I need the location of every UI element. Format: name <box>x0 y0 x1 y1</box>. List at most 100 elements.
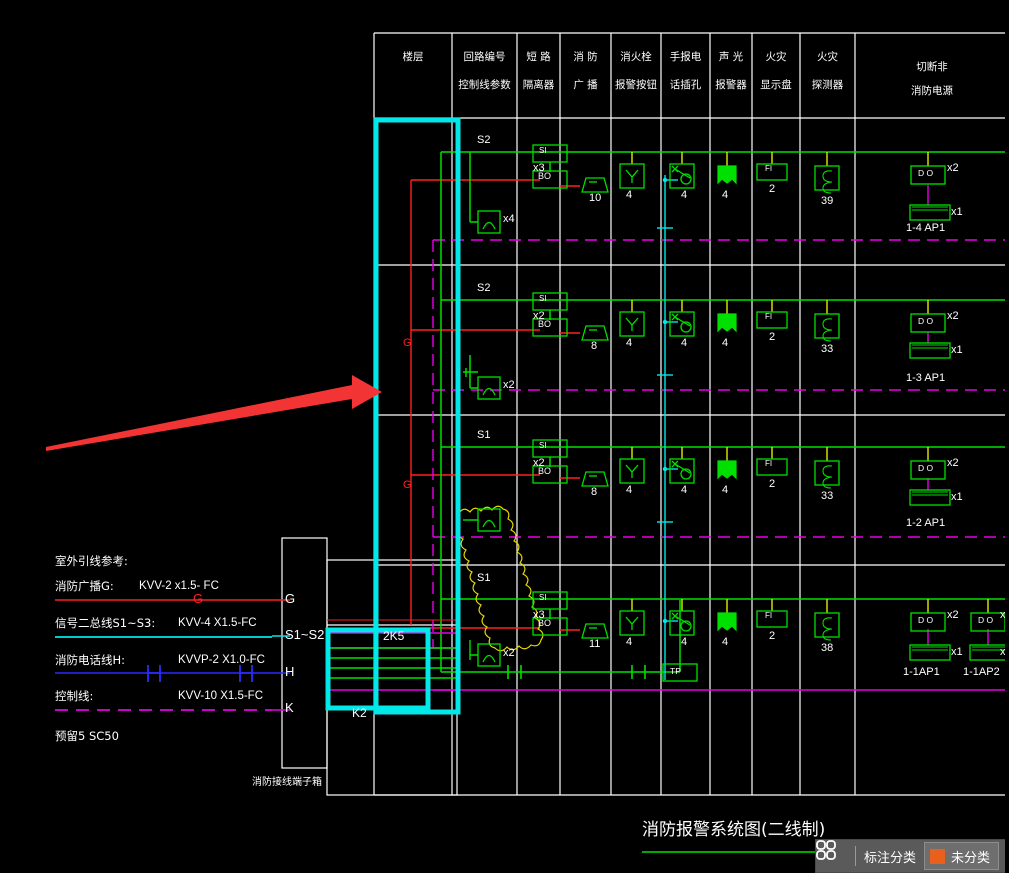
row-loop-label: S1 <box>477 429 491 441</box>
legend-terminal-g: G <box>285 591 296 606</box>
legend-spec-signal: KVV-4 X1.5-FC <box>178 617 257 629</box>
si-box-label: SI <box>539 146 547 155</box>
sounder-count: 4 <box>722 636 729 648</box>
relay-qty: x1 <box>951 206 963 218</box>
do-box-label: D O <box>918 463 934 473</box>
hydrant-count: 4 <box>626 189 633 201</box>
header-isolator-l2: 隔离器 <box>522 79 555 91</box>
relay-qty: x1 <box>951 491 963 503</box>
do-qty: x2 <box>947 609 959 621</box>
do-box-label: D O <box>918 168 934 178</box>
panel-tag: 1-3 AP1 <box>906 372 946 384</box>
do-box-label: D O <box>978 615 994 625</box>
header-cutpower-l2: 消防电源 <box>911 85 953 97</box>
legend-terminal-signal: S1~S2 <box>285 627 325 642</box>
category-chip-uncategorized[interactable]: 未分类 <box>924 842 1000 870</box>
isolator-qty: x4 <box>503 213 515 225</box>
category-label: 标注分类 <box>864 850 917 866</box>
do-qty: x2 <box>947 162 959 174</box>
panel-box-label: FI <box>765 611 773 620</box>
header-detector-l1: 火灾 <box>817 51 838 63</box>
sounder-count: 4 <box>722 189 729 201</box>
header-detector-l2: 探测器 <box>811 79 844 91</box>
legend-name-signal: 信号二总线S1~S3: <box>55 616 156 630</box>
speaker-count: 8 <box>591 486 598 498</box>
header-floor-l1: 楼层 <box>402 51 424 63</box>
relay-qty: x1 <box>951 344 963 356</box>
phone-count: 4 <box>681 636 688 648</box>
bo-box-label: BO <box>538 319 552 329</box>
panel-tag: 1-1AP1 <box>903 666 940 678</box>
panel-box-label: FI <box>765 459 773 468</box>
detector-count: 38 <box>821 642 834 654</box>
sounder-count: 4 <box>722 484 729 496</box>
legend-terminal-control: K <box>285 700 294 715</box>
do-qty: x2 <box>947 457 959 469</box>
terminal-box-caption: 消防接线端子箱 <box>252 777 322 788</box>
grid-handle-icon[interactable] <box>815 839 853 873</box>
legend-heading: 室外引线参考: <box>55 554 128 568</box>
speaker-count: 10 <box>589 192 602 204</box>
cad-canvas[interactable]: 楼层 回路编号 控制线参数 短 路 隔离器 消 防 广 播 消火栓 报警按钮 手… <box>0 0 1009 873</box>
panel-count: 2 <box>769 331 776 343</box>
legend-terminal-phone: H <box>285 664 295 679</box>
bo-box-label: BO <box>538 466 552 476</box>
detector-count: 33 <box>821 490 834 502</box>
legend-spec-phone: KVVP-2 X1.0-FC <box>178 654 265 666</box>
si-box-label: SI <box>539 593 547 602</box>
drawing-title: 消防报警系统图(二线制) <box>642 820 826 840</box>
do-qty: x2 <box>947 310 959 322</box>
color-swatch <box>930 848 946 864</box>
hydrant-count: 4 <box>626 337 633 349</box>
legend-name-phone: 消防电话线H: <box>55 653 126 667</box>
row-loop-label: S2 <box>477 134 491 146</box>
phone-count: 4 <box>681 337 688 349</box>
legend-marker-g: G <box>193 591 204 606</box>
hydrant-count: 4 <box>626 636 633 648</box>
riser-label-g2: G <box>403 479 412 491</box>
si-box-label: SI <box>539 294 547 303</box>
detector-count: 33 <box>821 343 834 355</box>
detector-count: 39 <box>821 195 834 207</box>
isolator-qty: x2 <box>503 647 515 659</box>
panel-tag: 1-1AP2 <box>963 666 1000 678</box>
sounder-count: 4 <box>722 337 729 349</box>
legend-spec-control: KVV-10 X1.5-FC <box>178 690 264 702</box>
header-broadcast-l1: 消 防 <box>573 51 598 63</box>
riser-tag-k2: K2 <box>352 706 367 720</box>
tp-box-label: TP <box>670 666 681 676</box>
header-loop-l2: 控制线参数 <box>458 79 511 91</box>
legend-footnote: 预留5 SC50 <box>55 729 119 743</box>
panel-count: 2 <box>769 183 776 195</box>
header-loop-l1: 回路编号 <box>463 51 506 63</box>
si-box-label: SI <box>539 441 547 450</box>
riser-tag-2k5: 2K5 <box>383 629 405 643</box>
right-edge-strip <box>1005 0 1009 873</box>
isolator-qty: x2 <box>503 379 515 391</box>
header-hydrant-l2: 报警按钮 <box>615 79 657 91</box>
speaker-count: 8 <box>591 340 598 352</box>
header-phone-l2: 话插孔 <box>669 79 702 91</box>
panel-tag: 1-4 AP1 <box>906 222 946 234</box>
speaker-count: 11 <box>589 638 601 650</box>
header-panel-l1: 火灾 <box>765 51 787 63</box>
row-loop-label: S1 <box>477 572 491 584</box>
legend-name-broadcast: 消防广播G: <box>55 579 114 593</box>
header-broadcast-l2: 广 播 <box>573 79 598 91</box>
header-isolator-l1: 短 路 <box>526 51 551 63</box>
header-cutpower-l1: 切断非 <box>916 61 948 73</box>
chip-label: 未分类 <box>951 850 991 866</box>
row-loop-label: S2 <box>477 282 491 294</box>
annotation-category-toolbar[interactable]: 标注分类 未分类 <box>815 839 1009 873</box>
hydrant-count: 4 <box>626 484 633 496</box>
riser-label-g1: G <box>403 337 412 349</box>
do-box-label: D O <box>918 316 934 326</box>
panel-count: 2 <box>769 478 776 490</box>
header-panel-l2: 显示盘 <box>760 79 792 91</box>
text-layer: 楼层 回路编号 控制线参数 短 路 隔离器 消 防 广 播 消火栓 报警按钮 手… <box>0 0 1009 873</box>
phone-count: 4 <box>681 189 688 201</box>
header-sounder-l1: 声 光 <box>718 51 744 63</box>
do-box-label: D O <box>918 615 934 625</box>
relay-qty: x1 <box>951 646 963 658</box>
panel-box-label: FI <box>765 312 773 321</box>
